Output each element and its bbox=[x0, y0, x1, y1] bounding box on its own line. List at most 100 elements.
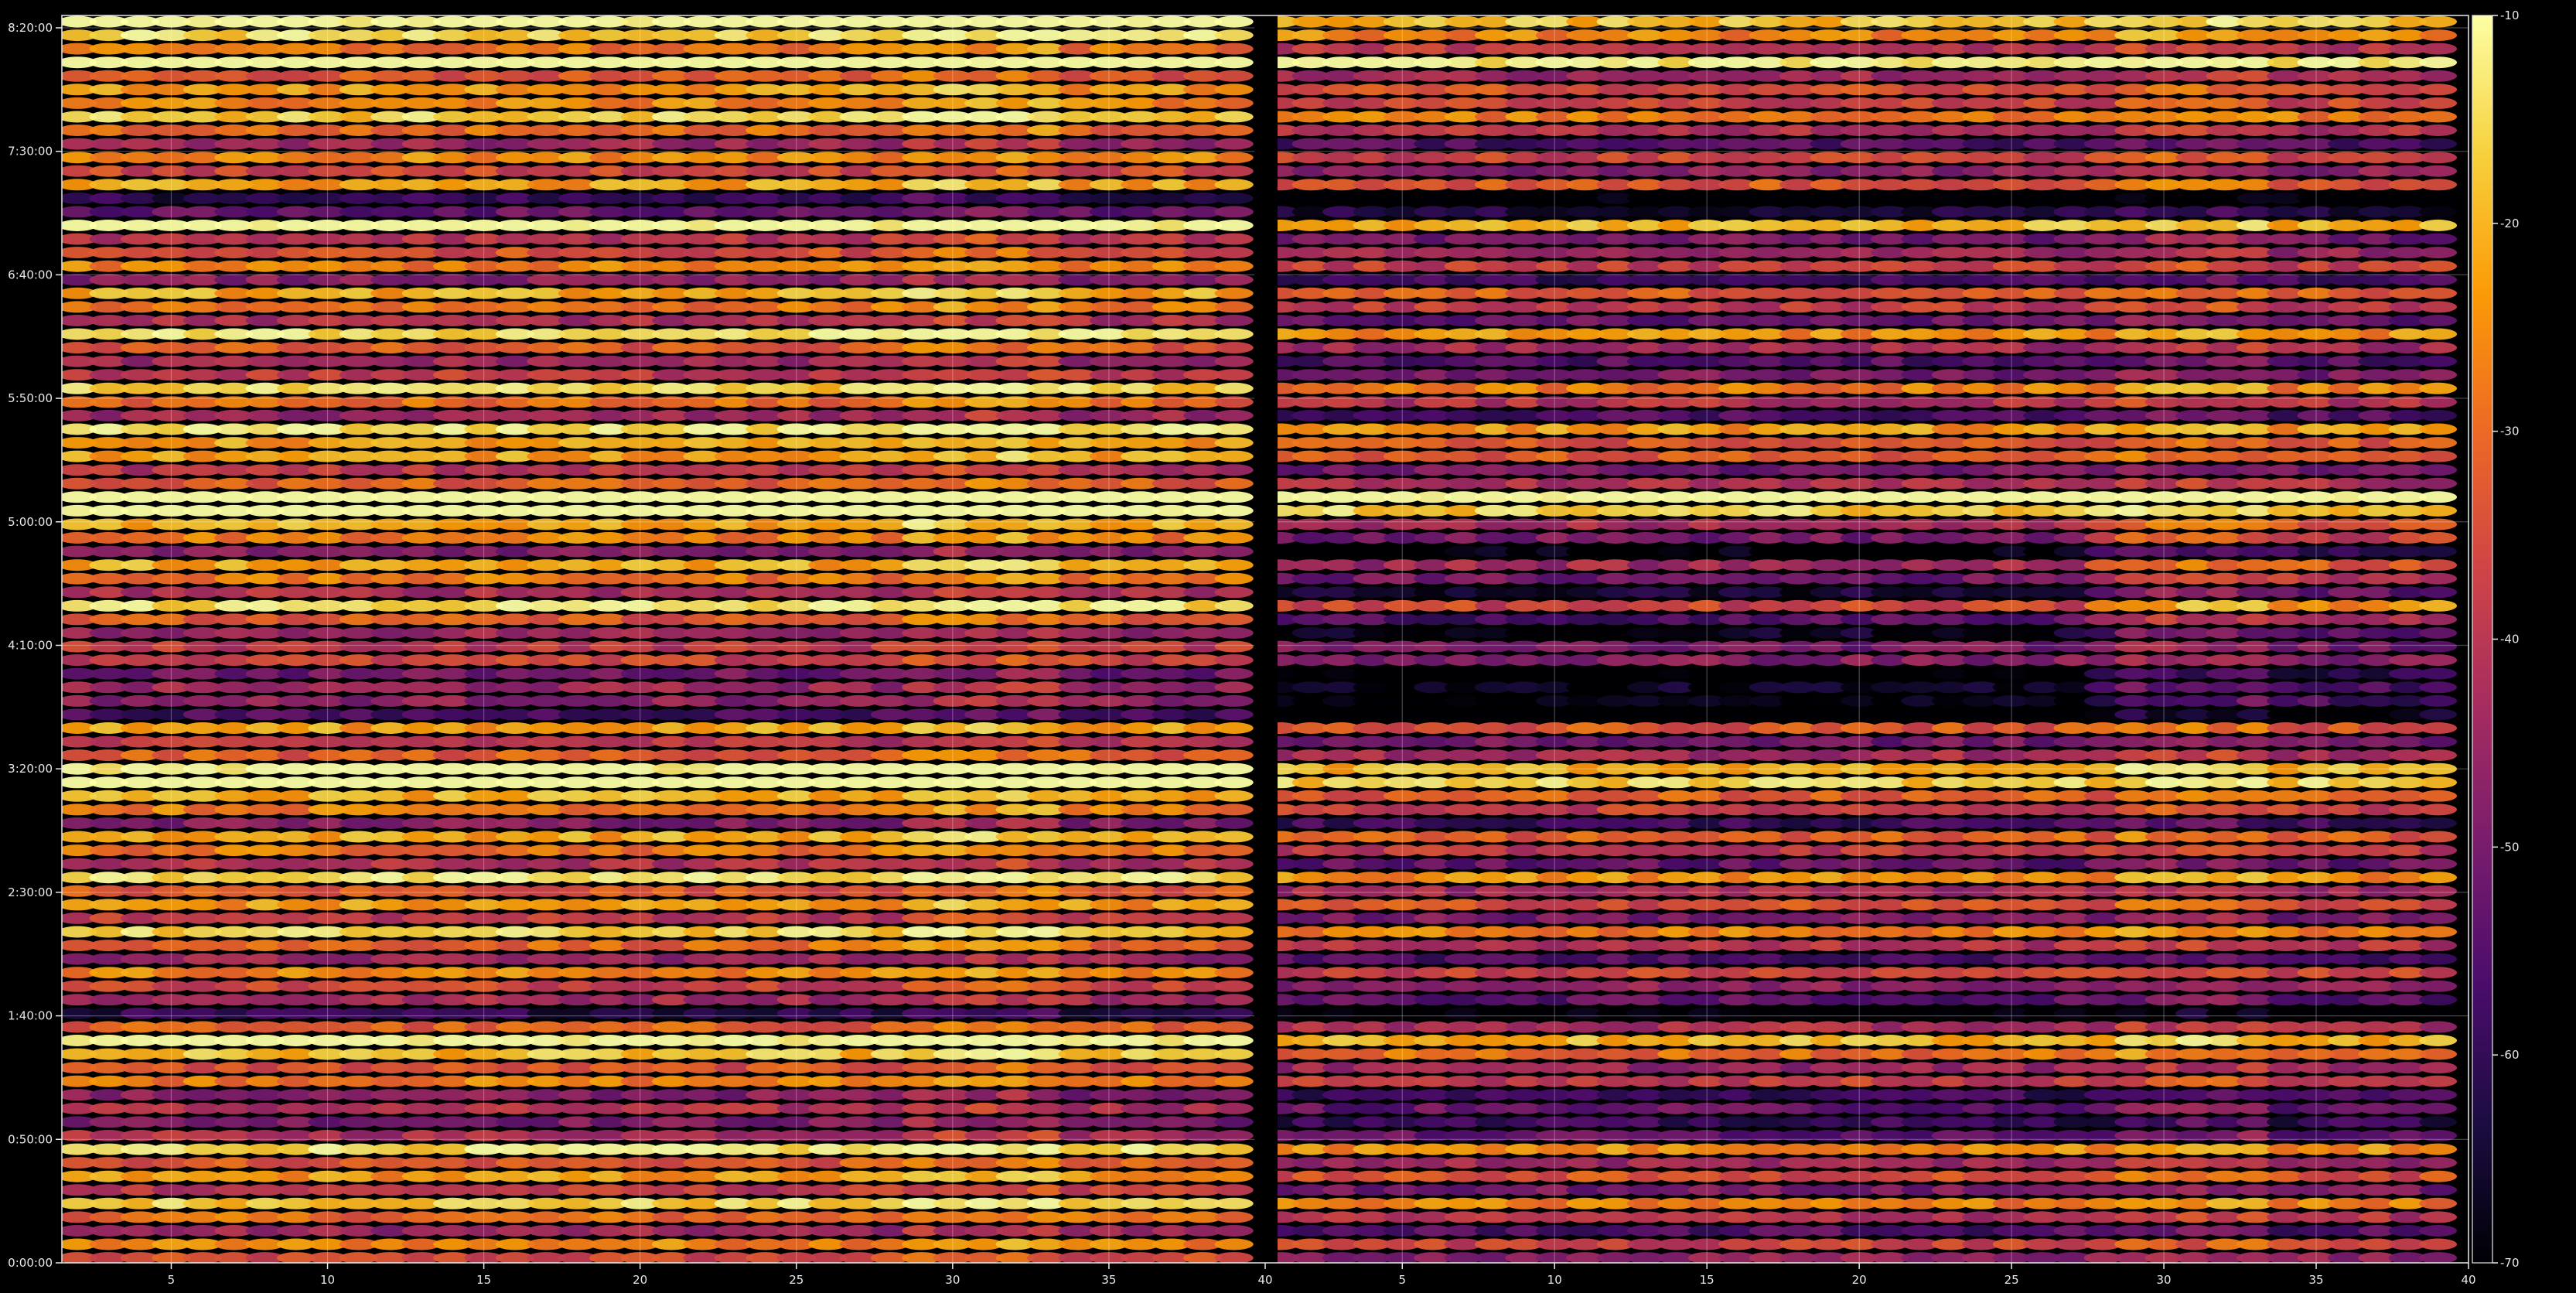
heatmap-cell bbox=[1214, 967, 1254, 979]
heatmap-cell bbox=[1214, 423, 1254, 435]
heatmap-cell bbox=[2419, 1075, 2458, 1087]
heatmap-cell bbox=[2419, 1170, 2458, 1182]
heatmap-cell bbox=[2419, 885, 2458, 897]
heatmap-cell bbox=[1214, 342, 1254, 354]
heatmap-panel-left bbox=[62, 15, 1254, 1263]
heatmap-cell bbox=[1214, 872, 1254, 884]
heatmap-cell bbox=[1214, 627, 1254, 639]
heatmap-cell bbox=[2419, 1102, 2458, 1114]
heatmap-cell bbox=[1214, 355, 1254, 367]
heatmap-cell bbox=[1214, 858, 1254, 870]
heatmap-cell bbox=[1214, 1089, 1254, 1101]
heatmap-cell bbox=[2419, 1035, 2458, 1046]
heatmap-cell bbox=[1214, 84, 1254, 96]
heatmap-cell bbox=[1214, 1048, 1254, 1060]
heatmap-cell bbox=[1214, 233, 1254, 245]
heatmap-cell bbox=[1214, 1075, 1254, 1087]
heatmap-cell bbox=[2419, 1211, 2458, 1223]
heatmap-cell bbox=[1214, 15, 1254, 28]
heatmap-cell bbox=[1214, 382, 1254, 394]
heatmap-cell bbox=[1214, 694, 1254, 707]
heatmap-cell bbox=[1214, 912, 1254, 924]
heatmap-cell bbox=[1214, 532, 1254, 544]
heatmap-cell bbox=[1214, 179, 1254, 191]
heatmap-cell bbox=[2419, 926, 2458, 938]
heatmap-cell bbox=[1214, 111, 1254, 123]
heatmap-cell bbox=[2419, 1225, 2458, 1237]
heatmap-cell bbox=[2419, 831, 2458, 843]
heatmap-cell bbox=[1214, 940, 1254, 952]
heatmap-cell bbox=[1214, 125, 1254, 136]
heatmap-cell bbox=[1214, 152, 1254, 164]
heatmap-cell bbox=[1214, 247, 1254, 259]
heatmap-cell bbox=[2419, 1238, 2458, 1250]
heatmap-cell bbox=[2419, 1143, 2458, 1155]
heatmap-cell bbox=[1214, 477, 1254, 490]
heatmap-cell bbox=[1214, 1035, 1254, 1046]
heatmap-cell bbox=[2419, 844, 2458, 857]
heatmap-cell bbox=[2419, 1184, 2458, 1196]
heatmap-cell bbox=[2419, 953, 2458, 965]
heatmap-cell bbox=[2419, 1197, 2458, 1209]
heatmap-cell bbox=[2419, 1062, 2458, 1074]
heatmap-cell bbox=[1214, 667, 1254, 680]
heatmap-cell bbox=[1214, 1143, 1254, 1155]
heatmap-cell bbox=[1214, 545, 1254, 558]
heatmap-cell bbox=[1214, 926, 1254, 938]
heatmap-cell bbox=[1214, 1225, 1254, 1237]
heatmap-cell bbox=[1214, 708, 1254, 721]
heatmap-cell bbox=[1214, 1184, 1254, 1196]
heatmap-cell bbox=[1214, 844, 1254, 857]
heatmap-cell bbox=[1214, 831, 1254, 843]
heatmap-cell bbox=[1214, 735, 1254, 748]
heatmap-cell bbox=[1214, 640, 1254, 653]
heatmap-cell bbox=[1214, 654, 1254, 667]
heatmap-cell bbox=[2419, 1048, 2458, 1060]
heatmap-cell bbox=[1214, 1211, 1254, 1223]
heatmap-cell bbox=[1214, 559, 1254, 571]
heatmap-cell bbox=[1214, 274, 1254, 286]
heatmap-cell bbox=[1214, 1021, 1254, 1033]
heatmap-cell bbox=[1214, 803, 1254, 816]
heatmap-cell bbox=[1214, 1007, 1254, 1019]
heatmap-cell bbox=[2419, 1007, 2458, 1019]
heatmap-cell bbox=[1214, 1170, 1254, 1182]
heatmap-cell bbox=[1214, 301, 1254, 313]
heatmap-cell bbox=[1214, 287, 1254, 299]
heatmap-cell bbox=[1214, 450, 1254, 462]
heatmap-cell bbox=[1214, 1102, 1254, 1114]
heatmap-cell bbox=[2419, 912, 2458, 924]
heatmap-cell bbox=[2419, 967, 2458, 979]
heatmap-cell bbox=[2419, 817, 2458, 829]
heatmap-cell bbox=[2419, 858, 2458, 870]
heatmap-cell bbox=[2419, 994, 2458, 1006]
heatmap-cell bbox=[1214, 518, 1254, 531]
heatmap-cell bbox=[2419, 940, 2458, 952]
heatmap-cell bbox=[1214, 328, 1254, 340]
heatmap-cell bbox=[1214, 776, 1254, 789]
heatmap-cell bbox=[1214, 409, 1254, 421]
heatmap-cell bbox=[1214, 1252, 1254, 1263]
heatmap-cell bbox=[2419, 790, 2458, 802]
heatmap-cell bbox=[1214, 749, 1254, 762]
heatmap-cell bbox=[1214, 599, 1254, 612]
heatmap-cell bbox=[1214, 70, 1254, 82]
heatmap-cell bbox=[2419, 899, 2458, 911]
heatmap-cell bbox=[1214, 722, 1254, 734]
heatmap-cell bbox=[1214, 1238, 1254, 1250]
heatmap-cell bbox=[1214, 885, 1254, 897]
figure: 0:00:000:50:001:40:002:30:003:20:004:10:… bbox=[8, 9, 2519, 1287]
heatmap-cell bbox=[1214, 206, 1254, 218]
heatmap-cell bbox=[2419, 1157, 2458, 1169]
heatmap-cell bbox=[1214, 504, 1254, 517]
heatmap-cell bbox=[2419, 980, 2458, 992]
heatmap-cell bbox=[1214, 953, 1254, 965]
heatmap-cell bbox=[1214, 994, 1254, 1006]
heatmap-cell bbox=[1214, 491, 1254, 503]
heatmap-cell bbox=[2419, 803, 2458, 816]
heatmap-cell bbox=[1214, 790, 1254, 802]
heatmap-cell bbox=[1214, 586, 1254, 599]
heatmap-cell bbox=[1214, 56, 1254, 69]
heatmap-cell bbox=[1214, 192, 1254, 204]
heatmap-cell bbox=[1214, 97, 1254, 109]
